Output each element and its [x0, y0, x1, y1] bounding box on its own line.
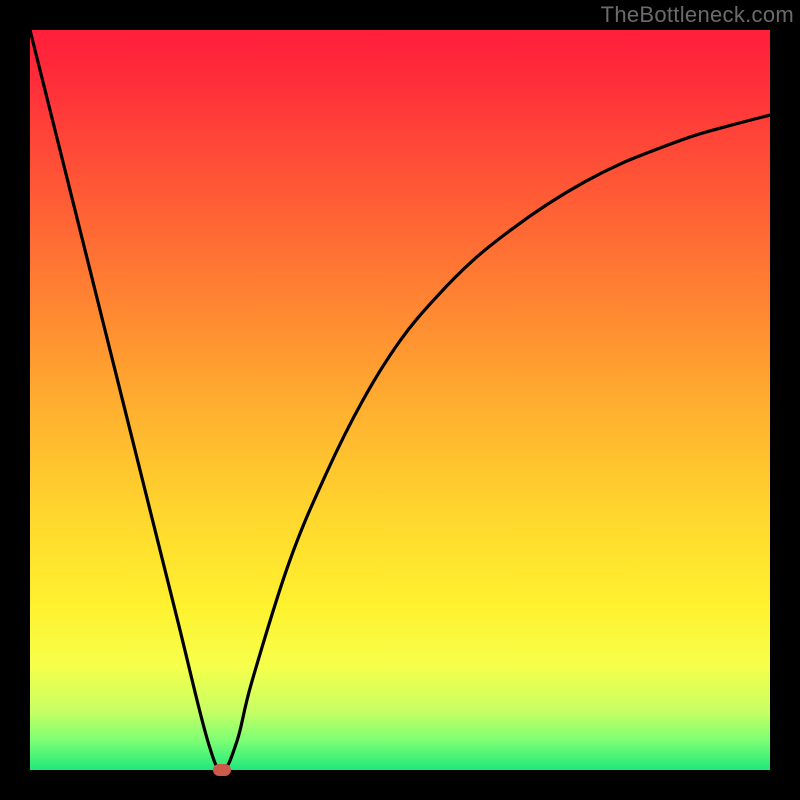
plot-area	[30, 30, 770, 770]
chart-frame: TheBottleneck.com	[0, 0, 800, 800]
watermark-text: TheBottleneck.com	[601, 2, 794, 28]
minimum-marker	[213, 764, 231, 776]
bottleneck-curve	[30, 30, 770, 770]
